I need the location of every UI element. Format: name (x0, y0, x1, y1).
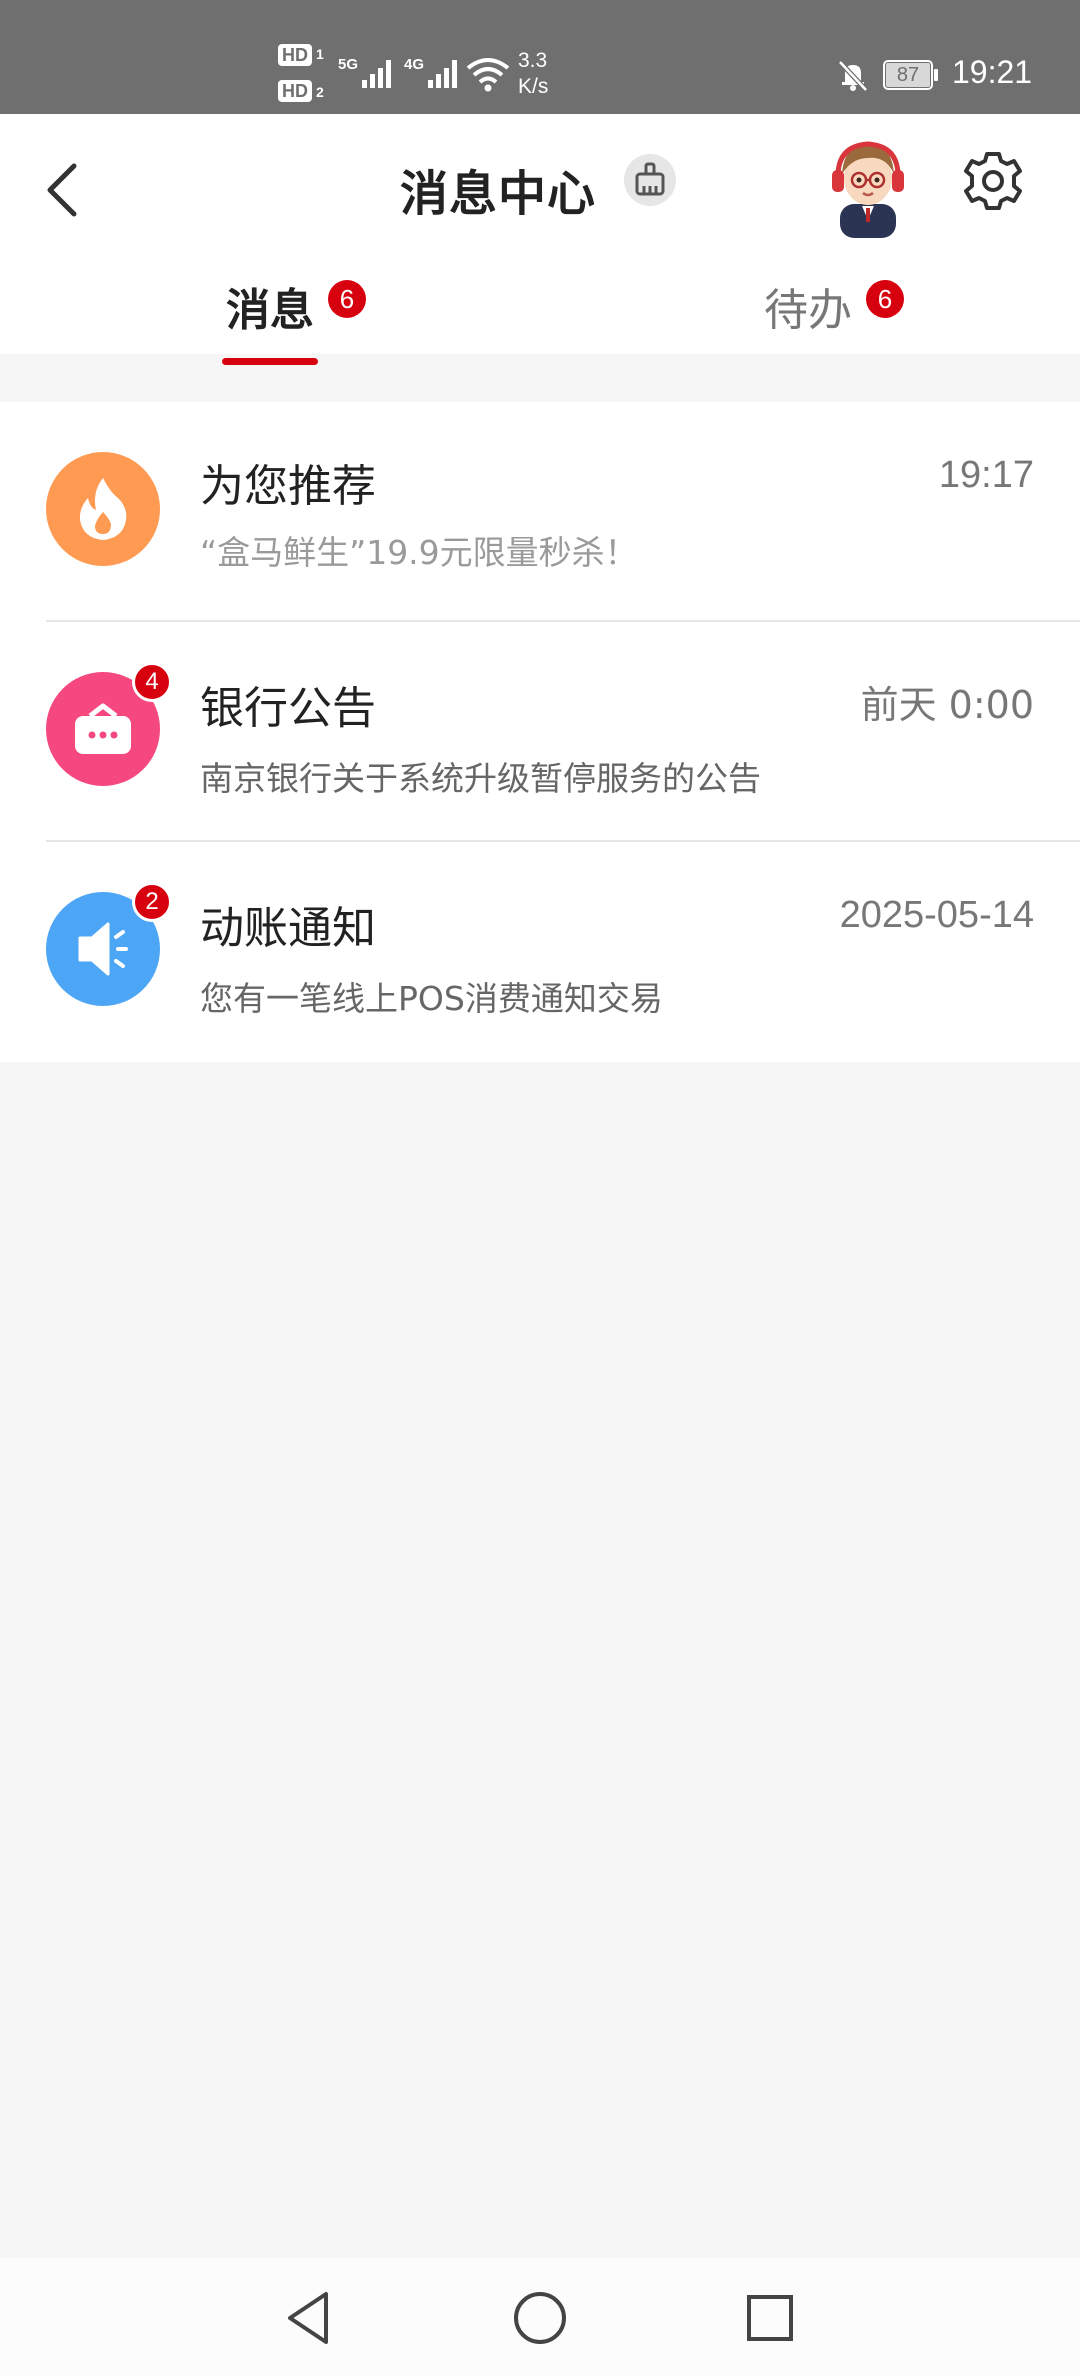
header: 消息中心 消息 6 待办 6 (0, 114, 1080, 354)
network-5g-label: 5G (338, 56, 359, 73)
item-preview: “盒马鲜生”19.9元限量秒杀！ (200, 533, 638, 572)
item-time: 前天 0:00 (860, 683, 1034, 727)
item-time: 2025-05-14 (839, 894, 1034, 936)
back-icon (47, 163, 77, 217)
tab-messages-badge: 6 (328, 280, 366, 318)
hd1-label: HD (278, 44, 312, 66)
settings-button[interactable] (958, 146, 1028, 216)
back-triangle-icon (288, 2292, 328, 2344)
message-list: 为您推荐 19:17 “盒马鲜生”19.9元限量秒杀！ 4 银行公告 前天 0:… (0, 402, 1080, 1062)
battery-icon: 87 (883, 60, 939, 90)
clear-unread-button[interactable] (624, 154, 676, 206)
tab-todo-label: 待办 (764, 285, 852, 336)
page-title: 消息中心 (400, 166, 597, 222)
hd2-sub: 2 (316, 84, 324, 100)
recommend-icon-circle (46, 452, 160, 566)
item-title: 动账通知 (200, 903, 376, 954)
system-nav-bar (0, 2258, 1080, 2376)
tab-messages[interactable]: 消息 6 (222, 274, 372, 354)
network-speed: 3.3 K/s (518, 48, 598, 100)
item-title: 银行公告 (200, 683, 376, 734)
nav-home-button[interactable] (508, 2286, 572, 2350)
list-item-account-notice[interactable]: 2 动账通知 2025-05-14 您有一笔线上POS消费通知交易 (0, 842, 1080, 1062)
tab-todo[interactable]: 待办 6 (762, 274, 912, 354)
tab-todo-badge: 6 (866, 280, 904, 318)
unread-badge: 2 (132, 882, 172, 922)
clock: 19:21 (952, 54, 1033, 90)
item-preview: 您有一笔线上POS消费通知交易 (200, 979, 663, 1018)
customer-service-avatar[interactable] (830, 134, 906, 238)
signal-icon (428, 60, 457, 88)
network-4g-label: 4G (404, 56, 425, 73)
status-bar: HD 1 HD 2 5G 4G 3.3 K/s 87 19:21 (0, 0, 1080, 114)
wifi-icon (466, 58, 510, 92)
item-preview: 南京银行关于系统升级暂停服务的公告 (200, 759, 761, 798)
item-time: 19:17 (938, 454, 1034, 496)
speed-value: 3.3 (518, 49, 548, 72)
tab-messages-label: 消息 (226, 285, 314, 336)
hd1-sub: 1 (316, 46, 324, 62)
nav-back-button[interactable] (278, 2286, 342, 2350)
avatar (832, 141, 904, 238)
list-item-bank-announcement[interactable]: 4 银行公告 前天 0:00 南京银行关于系统升级暂停服务的公告 (0, 622, 1080, 842)
bell-off-icon (838, 60, 868, 92)
hd2-label: HD (278, 80, 312, 102)
hd-indicator: HD 1 HD 2 (278, 44, 330, 108)
fire-icon (79, 478, 127, 540)
active-tab-indicator (222, 358, 318, 365)
battery-level: 87 (886, 63, 930, 87)
signal-icon (362, 60, 391, 88)
item-title: 为您推荐 (200, 461, 376, 512)
back-button[interactable] (34, 144, 94, 234)
recents-square-icon (747, 2295, 793, 2341)
nav-recents-button[interactable] (738, 2286, 802, 2350)
home-circle-icon (514, 2292, 566, 2344)
gear-icon (964, 152, 1022, 210)
unread-badge: 4 (132, 662, 172, 702)
speed-unit: K/s (518, 75, 549, 98)
list-item-recommend[interactable]: 为您推荐 19:17 “盒马鲜生”19.9元限量秒杀！ (0, 402, 1080, 622)
broom-icon (635, 162, 665, 196)
